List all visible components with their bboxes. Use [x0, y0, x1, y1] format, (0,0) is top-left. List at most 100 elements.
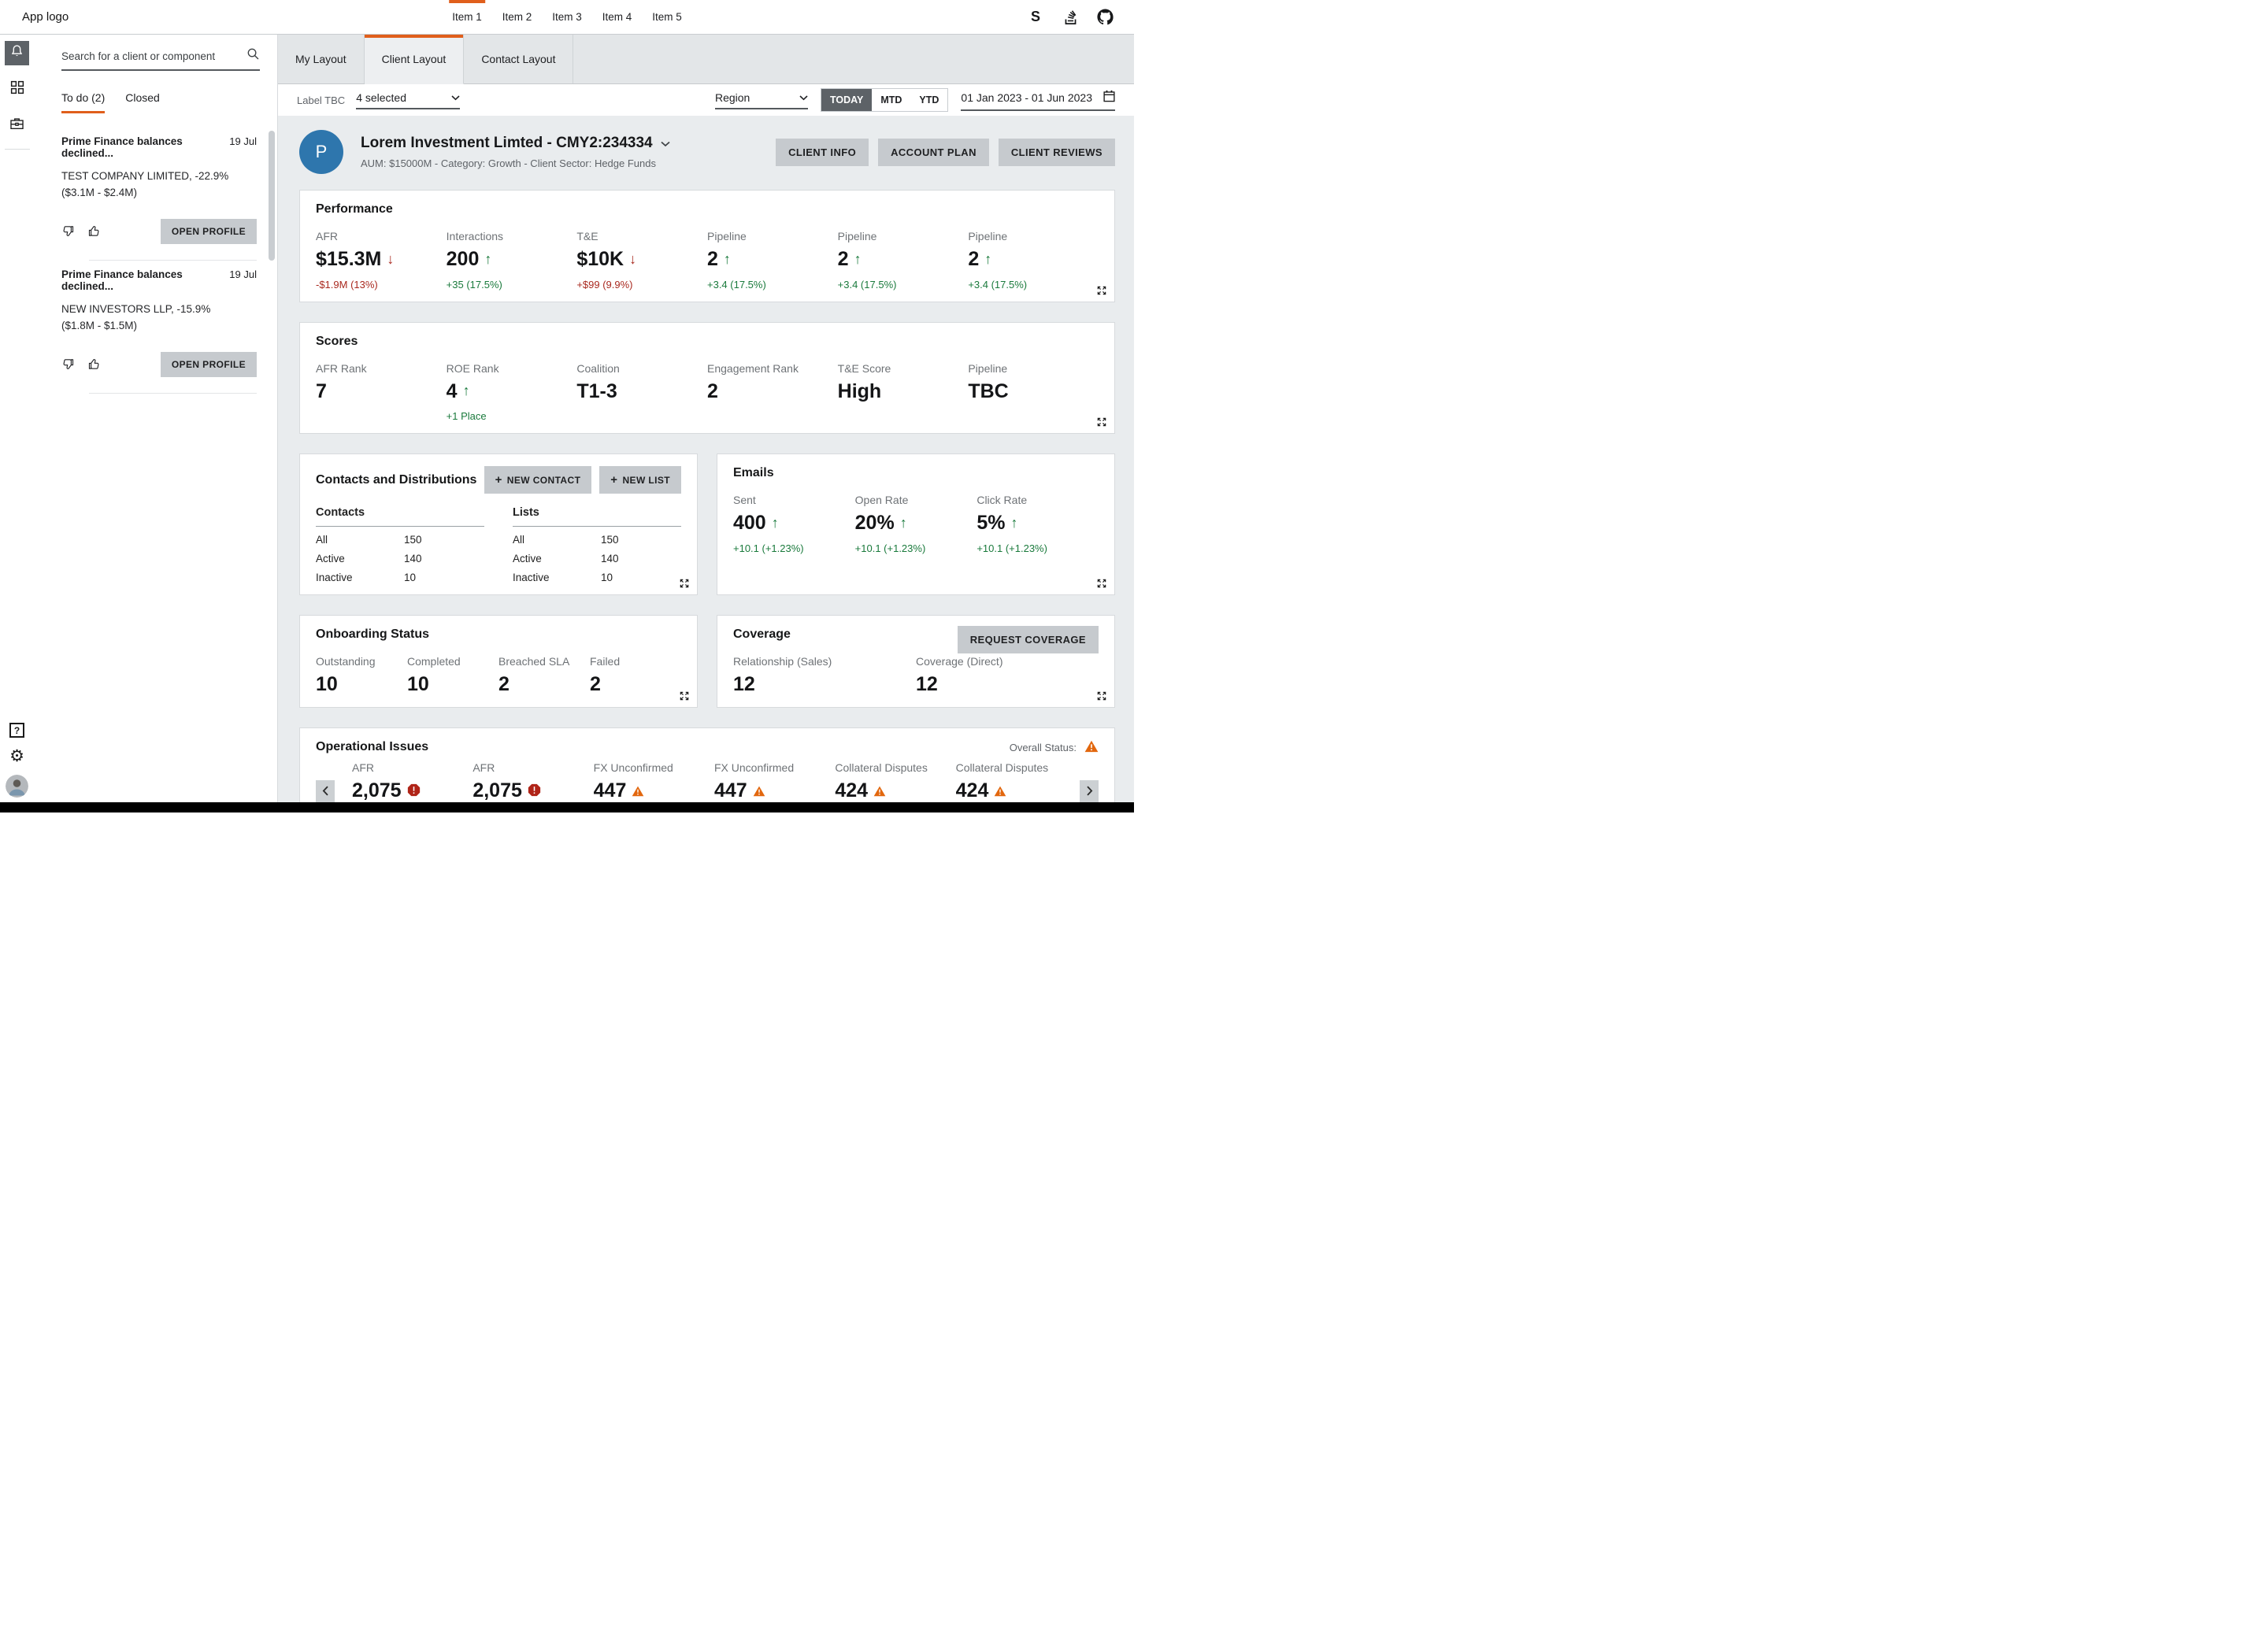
panel-scrollbar[interactable] — [269, 131, 275, 261]
warning-triangle-icon — [994, 780, 1006, 802]
chevron-right-icon — [1086, 786, 1093, 796]
metric-label: Failed — [590, 655, 681, 668]
carousel-left-button[interactable] — [316, 780, 335, 802]
card-title: Contacts and Distributions — [316, 473, 476, 487]
metric-label: Breached SLA — [498, 655, 590, 668]
label-multiselect[interactable]: 4 selected — [356, 91, 460, 109]
nav-item-5[interactable]: Item 5 — [652, 0, 682, 34]
expand-icon[interactable] — [679, 690, 690, 701]
dashboard-rail-button[interactable] — [5, 77, 29, 102]
open-profile-button[interactable]: OPEN PROFILE — [161, 352, 257, 377]
nav-item-4[interactable]: Item 4 — [602, 0, 632, 34]
metric-afr-issues: AFR 2,075 +10.1 (+1.23%) — [352, 761, 472, 803]
thumbs-up-icon[interactable] — [87, 357, 101, 371]
metric-value: 2 — [498, 674, 510, 696]
tab-closed[interactable]: Closed — [125, 91, 160, 113]
expand-icon[interactable] — [1096, 416, 1107, 428]
stackoverflow-icon[interactable] — [1062, 9, 1079, 26]
tab-todo[interactable]: To do (2) — [61, 91, 105, 113]
metric-label: Coverage (Direct) — [916, 655, 1099, 668]
metric-value: 2 — [838, 249, 849, 271]
request-coverage-button[interactable]: REQUEST COVERAGE — [958, 626, 1099, 653]
metric-value: 2,075 — [472, 780, 522, 802]
top-bar: App logo Item 1 Item 2 Item 3 Item 4 Ite… — [0, 0, 1134, 35]
client-header: P Lorem Investment Limted - CMY2:234334 … — [299, 130, 1115, 174]
portfolio-rail-button[interactable] — [5, 113, 29, 138]
metric-value: TBC — [968, 381, 1008, 403]
open-profile-button[interactable]: OPEN PROFILE — [161, 219, 257, 244]
period-toggle: TODAY MTD YTD — [821, 88, 948, 112]
expand-icon[interactable] — [1096, 578, 1107, 589]
notification-body: NEW INVESTORS LLP, -15.9% ($1.8M - $1.5M… — [61, 302, 243, 335]
github-icon[interactable] — [1096, 9, 1114, 26]
toggle-ytd[interactable]: YTD — [910, 89, 947, 111]
trend-up-icon: ↑ — [900, 516, 907, 531]
metric-value: 10 — [316, 674, 338, 696]
expand-icon[interactable] — [679, 578, 690, 589]
coverage-card: Coverage REQUEST COVERAGE Relationship (… — [717, 615, 1115, 708]
new-list-button[interactable]: + NEW LIST — [599, 466, 681, 494]
tab-my-layout[interactable]: My Layout — [278, 35, 365, 83]
thumbs-down-icon[interactable] — [61, 357, 75, 371]
metric-label: Coalition — [576, 362, 707, 375]
metric-sent: Sent 400↑ +10.1 (+1.23%) — [733, 494, 855, 554]
region-select[interactable]: Region — [715, 91, 808, 109]
notifications-rail-button[interactable] — [5, 41, 29, 65]
metric-value: 10 — [407, 674, 429, 696]
expand-icon[interactable] — [1096, 285, 1107, 296]
s-brand-icon[interactable]: S — [1027, 9, 1044, 26]
rail-divider — [5, 149, 30, 150]
card-title: Performance — [316, 202, 1099, 217]
metric-delta: +10.1 (+1.23%) — [855, 542, 977, 554]
warning-triangle-icon — [1084, 740, 1099, 755]
client-name-dropdown[interactable]: Lorem Investment Limted - CMY2:234334 — [361, 135, 670, 152]
card-title: Emails — [733, 466, 1099, 480]
metric-label: Sent — [733, 494, 855, 506]
metric-value: 424 — [835, 780, 868, 802]
metric-label: Open Rate — [855, 494, 977, 506]
metric-outstanding: Outstanding 10 — [316, 655, 407, 696]
metric-open-rate: Open Rate 20%↑ +10.1 (+1.23%) — [855, 494, 977, 554]
client-dashboard: P Lorem Investment Limted - CMY2:234334 … — [278, 116, 1134, 802]
chevron-down-icon — [799, 91, 808, 105]
nav-item-3[interactable]: Item 3 — [552, 0, 582, 34]
metric-value: 2,075 — [352, 780, 402, 802]
bell-icon — [9, 43, 24, 63]
notification-body: TEST COMPANY LIMITED, -22.9% ($3.1M - $2… — [61, 168, 243, 202]
toggle-today[interactable]: TODAY — [821, 89, 872, 111]
client-reviews-button[interactable]: CLIENT REVIEWS — [999, 139, 1115, 166]
search-input[interactable] — [61, 50, 246, 62]
metric-roe-rank: ROE Rank 4↑ +1 Place — [447, 362, 577, 423]
settings-gear-icon[interactable]: ⚙ — [9, 748, 24, 764]
metric-value: 12 — [916, 674, 938, 696]
card-title: Operational Issues — [316, 740, 428, 754]
carousel-right-button[interactable] — [1080, 780, 1099, 802]
filter-label: Label TBC — [297, 94, 345, 106]
metric-te: T&E $10K↓ +$99 (9.9%) — [576, 230, 707, 291]
new-contact-button[interactable]: + NEW CONTACT — [484, 466, 592, 494]
metric-label: Completed — [407, 655, 498, 668]
button-label: NEW CONTACT — [507, 475, 581, 486]
icon-rail: ? ⚙ — [0, 35, 34, 802]
metric-delta: +35 (17.5%) — [447, 279, 577, 291]
toggle-mtd[interactable]: MTD — [872, 89, 910, 111]
thumbs-up-icon[interactable] — [87, 224, 101, 238]
client-info-button[interactable]: CLIENT INFO — [776, 139, 869, 166]
user-avatar[interactable] — [6, 775, 28, 798]
metric-value: 7 — [316, 381, 327, 403]
nav-item-1[interactable]: Item 1 — [452, 0, 482, 34]
date-range-picker[interactable]: 01 Jan 2023 - 01 Jun 2023 — [961, 90, 1115, 111]
nav-item-2[interactable]: Item 2 — [502, 0, 532, 34]
help-icon[interactable]: ? — [9, 723, 24, 738]
tab-contact-layout[interactable]: Contact Layout — [464, 35, 573, 83]
metric-breached-sla: Breached SLA 2 — [498, 655, 590, 696]
metric-relationship-sales: Relationship (Sales) 12 — [733, 655, 916, 696]
metric-delta: +10.1 (+1.23%) — [733, 542, 855, 554]
calendar-icon — [1103, 90, 1115, 106]
contacts-card: Contacts and Distributions + NEW CONTACT… — [299, 453, 698, 595]
account-plan-button[interactable]: ACCOUNT PLAN — [878, 139, 989, 166]
thumbs-down-icon[interactable] — [61, 224, 75, 238]
expand-icon[interactable] — [1096, 690, 1107, 701]
tab-client-layout[interactable]: Client Layout — [365, 35, 465, 84]
search-icon[interactable] — [246, 47, 260, 65]
